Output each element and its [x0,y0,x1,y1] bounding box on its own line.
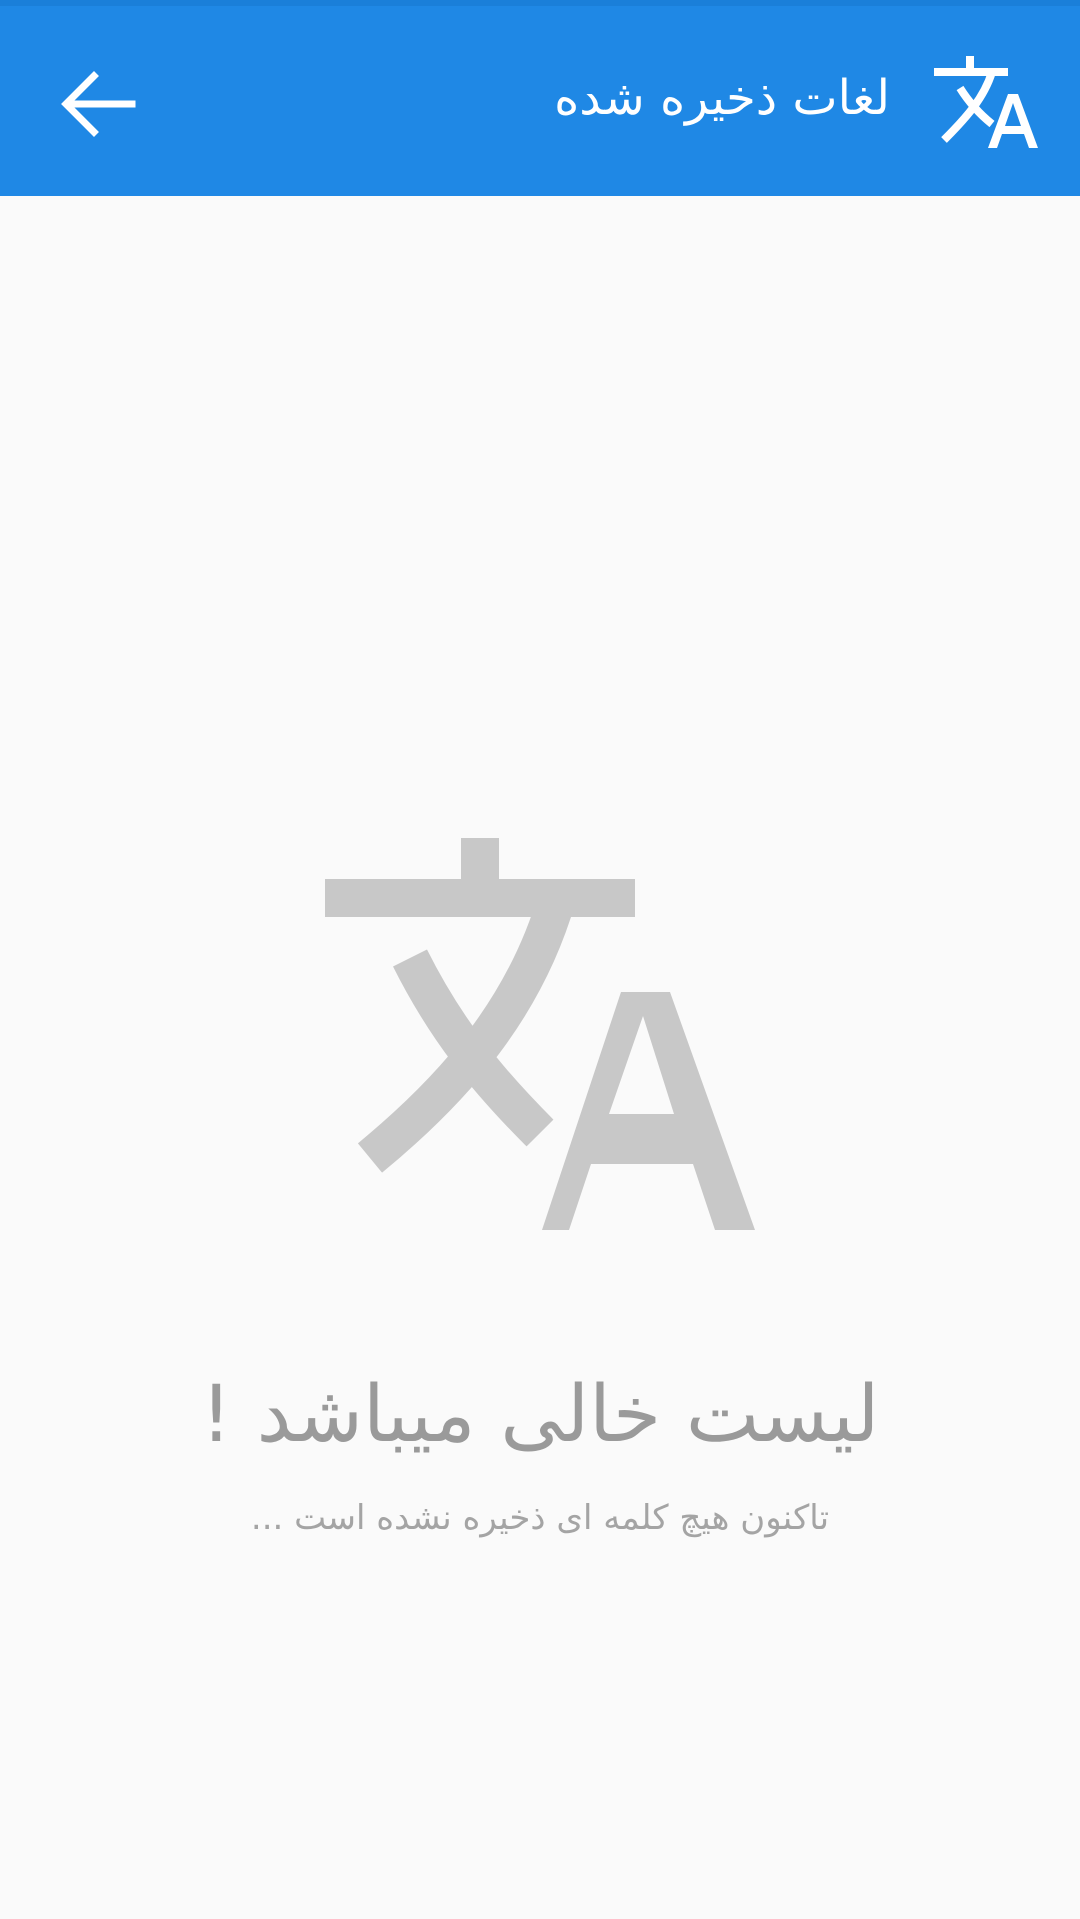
back-button[interactable] [46,52,150,156]
empty-state-subtitle: تاکنون هیچ کلمه ای ذخیره نشده است ... [250,1498,830,1538]
arrow-back-icon [61,71,136,137]
translate-icon [934,56,1038,148]
app-bar: لغات ذخیره شده [0,0,1080,196]
page-title: لغات ذخیره شده [554,70,890,126]
saved-words-screen: لغات ذخیره شده لیست خالی میباشد ! تاکنون… [0,0,1080,1919]
empty-state-title: لیست خالی میباشد ! [200,1370,880,1460]
status-strip [0,0,1080,6]
empty-translate-icon [325,838,755,1230]
